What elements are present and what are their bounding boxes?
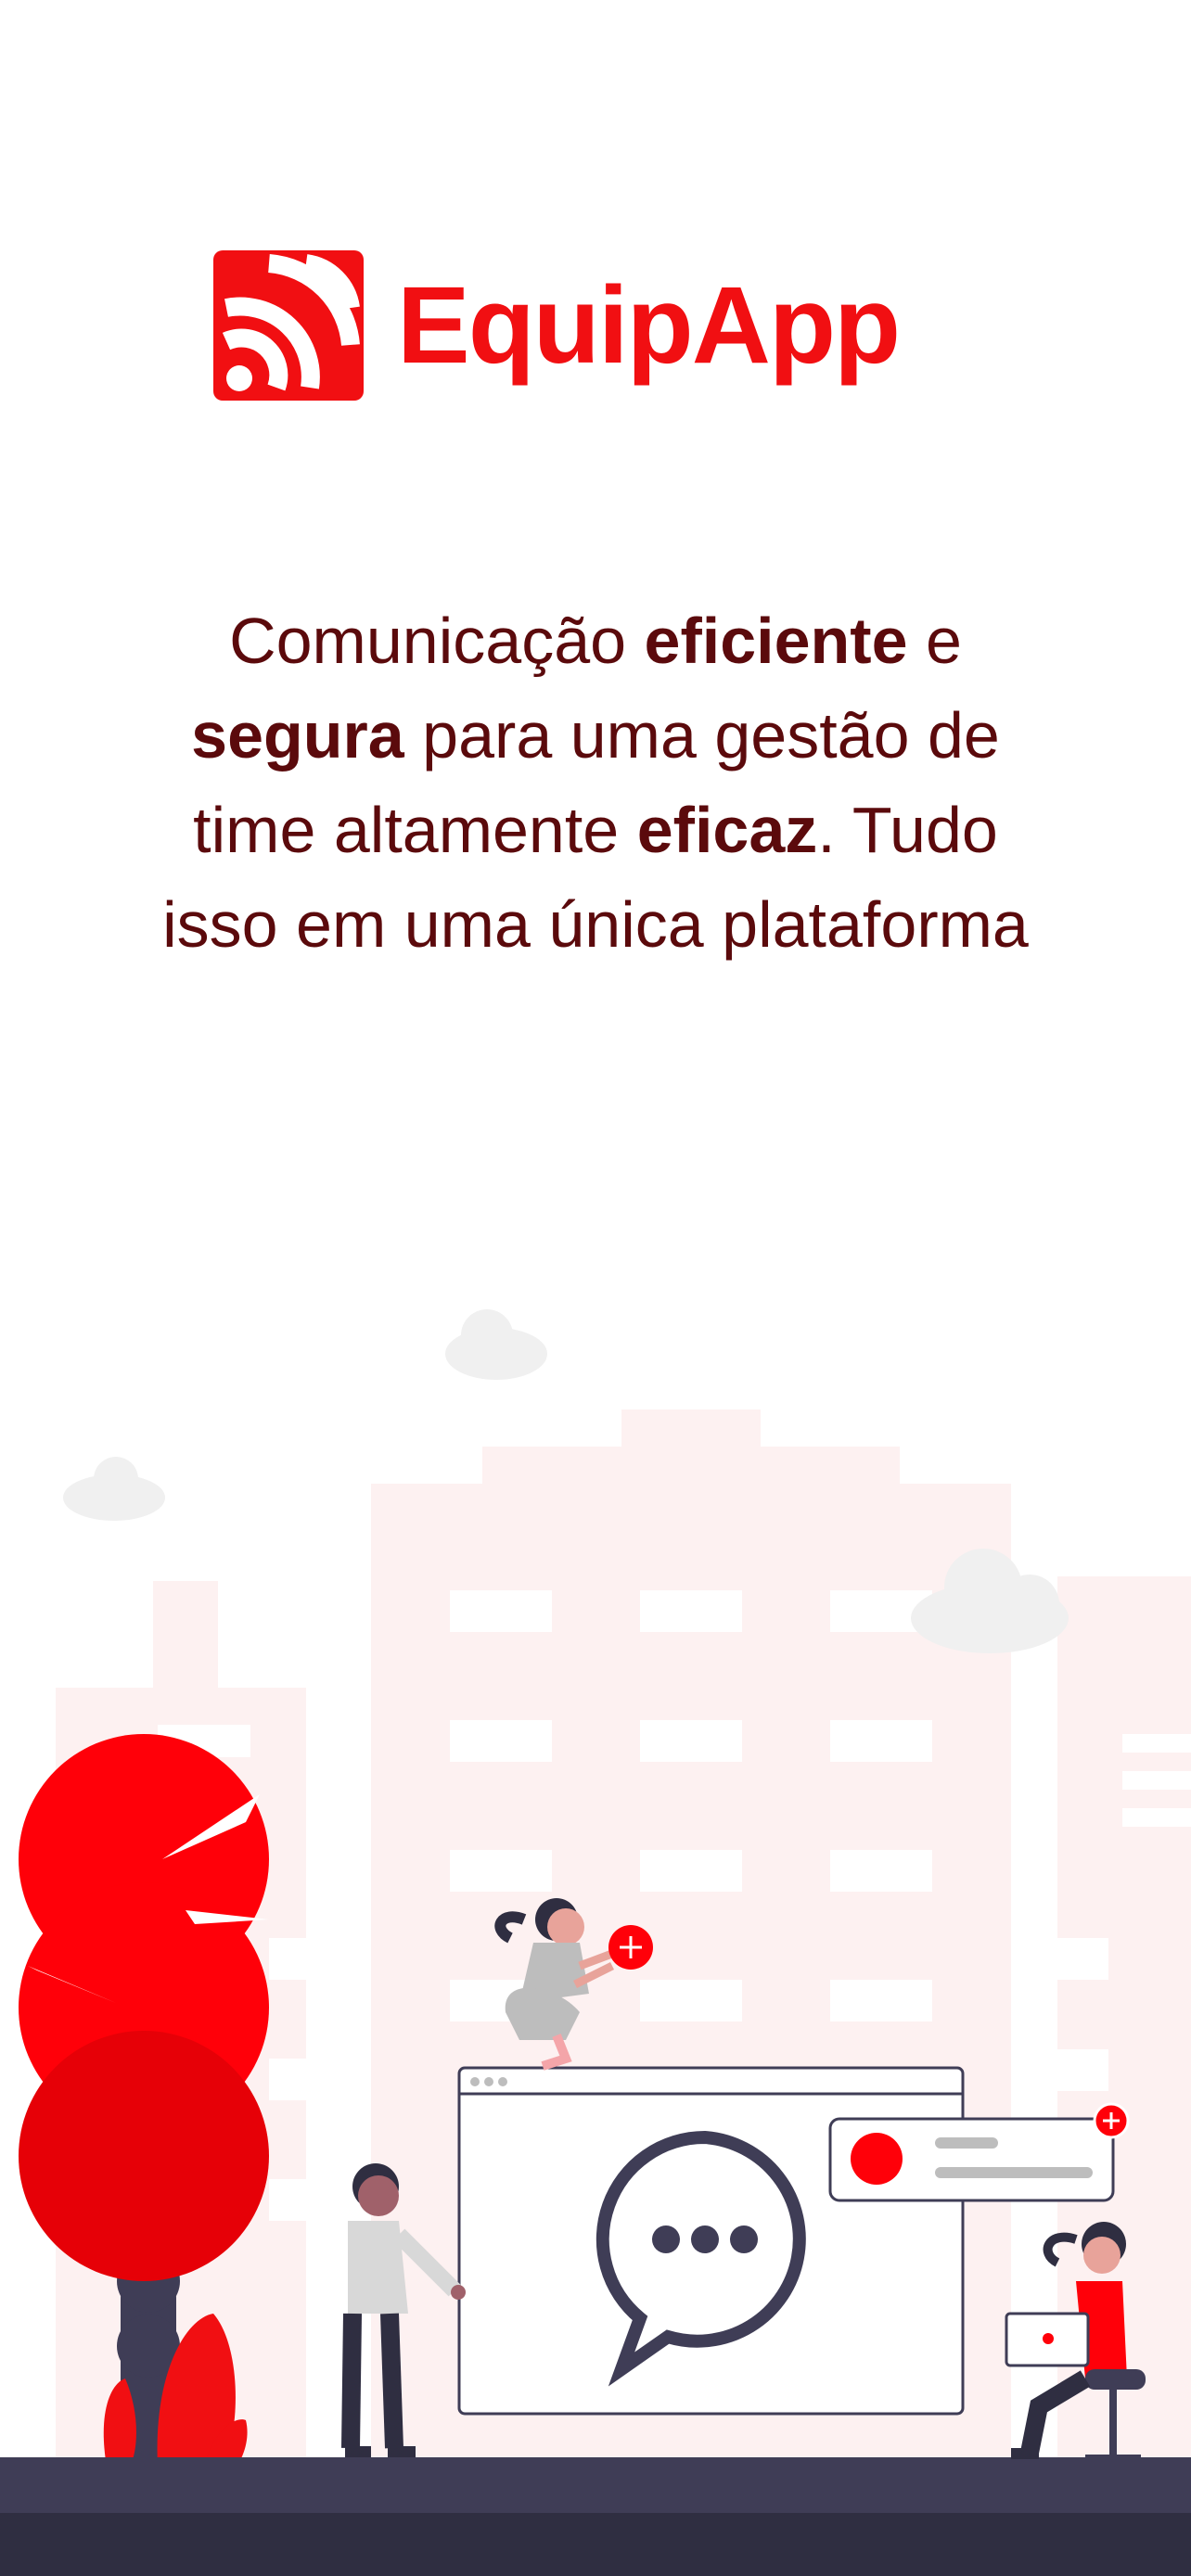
tagline-emphasis: eficiente: [644, 605, 908, 677]
tagline-text: . Tudo: [817, 794, 998, 866]
notification-card: [828, 2102, 1130, 2202]
tagline-text: Comunicação: [229, 605, 645, 677]
tagline-text: para uma gestão de: [403, 699, 1000, 772]
ground: [0, 2457, 1191, 2513]
tagline-text: time altamente: [193, 794, 637, 866]
brand-logo: EquipApp: [213, 250, 901, 401]
tagline-text: e: [907, 605, 962, 677]
tagline-emphasis: segura: [191, 699, 404, 772]
tagline-line-4: isso em uma única plataforma: [74, 877, 1117, 972]
team-chat-illustration: [0, 1309, 1191, 2576]
brand-name: EquipApp: [397, 264, 901, 387]
broadcast-signal-icon: [213, 250, 364, 401]
tagline-text: isso em uma única plataforma: [162, 888, 1029, 961]
tagline-emphasis: eficaz: [636, 794, 818, 866]
tagline-line-2: segura para uma gestão de: [74, 688, 1117, 783]
tagline-line-1: Comunicação eficiente e: [74, 593, 1117, 688]
tagline: Comunicação eficiente e segura para uma …: [74, 593, 1117, 972]
tagline-line-3: time altamente eficaz. Tudo: [74, 783, 1117, 877]
